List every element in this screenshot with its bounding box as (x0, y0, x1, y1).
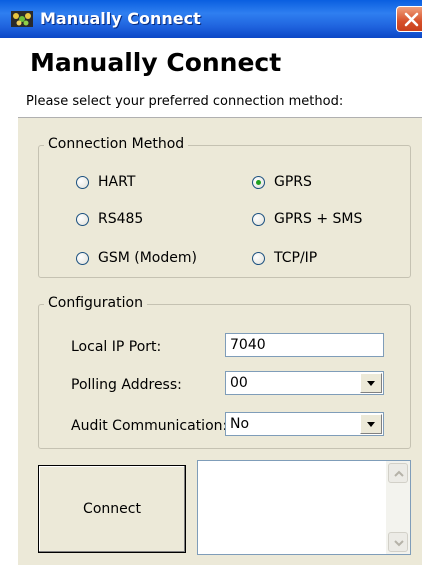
radio-button[interactable] (252, 251, 265, 265)
radio-gprs-sms[interactable]: GPRS + SMS (252, 211, 362, 227)
radio-button-selected[interactable] (252, 175, 265, 189)
close-button[interactable] (396, 6, 422, 32)
page-subtitle: Please select your preferred connection … (26, 94, 344, 109)
window-title: Manually Connect (40, 9, 201, 28)
connection-method-label: Connection Method (44, 136, 189, 152)
polling-address-label: Polling Address: (71, 377, 182, 393)
radio-label: GPRS (274, 174, 312, 190)
dialog-header: Manually Connect Please select your pref… (0, 38, 422, 118)
close-icon (404, 12, 419, 27)
radio-tcp-ip[interactable]: TCP/IP (252, 250, 317, 266)
page-title: Manually Connect (30, 48, 282, 77)
title-bar[interactable]: Manually Connect (0, 0, 422, 38)
audit-communication-value: No (230, 416, 250, 432)
radio-button[interactable] (76, 175, 89, 189)
chevron-down-icon[interactable] (360, 373, 382, 393)
scroll-up-button[interactable] (388, 463, 408, 483)
polling-address-value: 00 (230, 375, 248, 391)
radio-gprs[interactable]: GPRS (252, 174, 312, 190)
radio-label: HART (98, 174, 136, 190)
radio-button[interactable] (76, 212, 89, 226)
radio-gsm-modem[interactable]: GSM (Modem) (76, 250, 197, 266)
radio-rs485[interactable]: RS485 (76, 211, 143, 227)
left-margin (0, 38, 18, 565)
chevron-up-icon (394, 470, 404, 477)
scroll-down-button[interactable] (388, 532, 408, 552)
radio-button[interactable] (252, 212, 265, 226)
chevron-down-icon[interactable] (360, 414, 382, 434)
radio-hart[interactable]: HART (76, 174, 135, 190)
radio-button[interactable] (76, 251, 89, 265)
status-log-box[interactable] (197, 460, 411, 555)
local-ip-port-input[interactable]: 7040 (225, 333, 384, 357)
radio-label: RS485 (98, 211, 144, 227)
app-icon (11, 11, 33, 27)
audit-communication-select[interactable]: No (225, 412, 384, 436)
chevron-down-icon (394, 540, 404, 547)
configuration-label: Configuration (44, 295, 147, 311)
radio-label: GPRS + SMS (274, 211, 363, 227)
radio-label: GSM (Modem) (98, 250, 197, 266)
radio-label: TCP/IP (274, 250, 318, 266)
polling-address-select[interactable]: 00 (225, 371, 384, 395)
local-ip-port-label: Local IP Port: (71, 339, 162, 355)
vertical-scrollbar[interactable] (386, 461, 410, 554)
connect-button[interactable]: Connect (38, 465, 186, 553)
audit-communication-label: Audit Communication: (71, 418, 228, 434)
